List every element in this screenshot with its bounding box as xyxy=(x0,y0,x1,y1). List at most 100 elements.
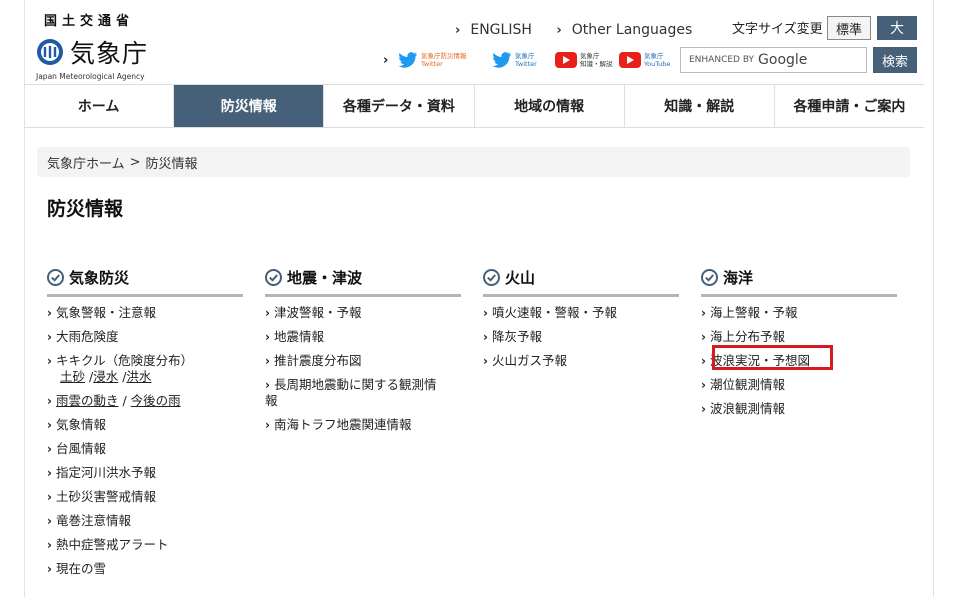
column-heading: 火山 xyxy=(483,267,679,297)
chevron-right-icon: › xyxy=(47,330,52,344)
column-earthquake-tsunami: 地震・津波 › 津波警報・予報 › 地震情報 › 推計震度分布図 › 長周期地震動に関す… xyxy=(265,267,461,441)
language-links: › ENGLISH › Other Languages xyxy=(455,22,712,38)
social-label-line2: 知識・解説 xyxy=(580,60,613,68)
column-weather-disaster: 気象防災 › 気象警報・注意報 › 大雨危険度 › キキクル（危険度分布） 土砂 /浸… xyxy=(47,267,243,585)
font-large-button[interactable]: 大 xyxy=(877,16,917,40)
chevron-right-icon: › xyxy=(701,402,706,416)
list-item[interactable]: › 気象情報 xyxy=(47,417,243,433)
social-label-line2: Twitter xyxy=(515,60,537,68)
youtube-icon xyxy=(555,52,577,68)
search-button[interactable]: 検索 xyxy=(873,47,917,73)
jma-logo[interactable]: 国土交通省 気象庁 Japan Meteorological Agency xyxy=(36,10,166,81)
list-item[interactable]: › 熱中症警戒アラート xyxy=(47,537,243,553)
list-item[interactable]: › 推計震度分布図 xyxy=(265,353,461,369)
logo-english-name: Japan Meteorological Agency xyxy=(36,72,145,81)
list-item[interactable]: › 地震情報 xyxy=(265,329,461,345)
list-item[interactable]: › 台風情報 xyxy=(47,441,243,457)
other-languages-link[interactable]: › Other Languages xyxy=(556,22,702,38)
breadcrumb-current: 防災情報 xyxy=(145,156,198,172)
chevron-right-icon: › xyxy=(265,306,270,320)
social-label-line1: 気象庁 xyxy=(515,52,535,60)
list-item[interactable]: › 津波警報・予報 xyxy=(265,305,461,321)
page-title: 防災情報 xyxy=(47,198,124,220)
breadcrumb-home[interactable]: 気象庁ホーム xyxy=(47,153,125,172)
chevron-right-icon: › xyxy=(265,330,270,344)
list-item[interactable]: › 潮位観測情報 xyxy=(701,377,897,393)
list-item[interactable]: › 波浪観測情報 xyxy=(701,401,897,417)
nav-disaster-info[interactable]: 防災情報 xyxy=(173,85,324,127)
column-heading: 気象防災 xyxy=(47,267,243,297)
chevron-right-icon: › xyxy=(47,466,52,480)
social-twitter-disaster[interactable]: 気象庁防災情報 Twitter xyxy=(398,48,467,72)
logo-agency-name: 気象庁 xyxy=(70,39,149,68)
list-item[interactable]: › 気象警報・注意報 xyxy=(47,305,243,321)
logo-ministry-text: 国土交通省 xyxy=(44,14,135,29)
google-logo: Google xyxy=(758,52,808,68)
chevron-right-icon: › xyxy=(701,354,706,368)
check-circle-icon xyxy=(47,269,64,286)
social-youtube-knowledge[interactable]: 気象庁 知識・解説 xyxy=(555,48,613,72)
chevron-right-icon: › xyxy=(701,330,706,344)
chevron-right-icon: › xyxy=(47,306,52,320)
social-label-line1: 気象庁 xyxy=(580,52,600,60)
social-label-line1: 気象庁 xyxy=(644,52,664,60)
nav-knowledge[interactable]: 知識・解説 xyxy=(623,85,774,127)
rain-cloud-link[interactable]: 雨雲の動き xyxy=(56,393,119,408)
chevron-right-icon: › xyxy=(47,354,52,368)
check-circle-icon xyxy=(483,269,500,286)
list-item[interactable]: › 長周期地震動に関する観測情報 xyxy=(265,377,461,409)
twitter-icon xyxy=(398,52,417,68)
list-item[interactable]: › 土砂災害警戒情報 xyxy=(47,489,243,505)
chevron-right-icon: › xyxy=(47,442,52,456)
breadcrumb: 気象庁ホーム > 防災情報 xyxy=(37,147,910,177)
chevron-right-icon: › xyxy=(455,23,461,38)
list-item[interactable]: › 海上分布予報 xyxy=(701,329,897,345)
nav-regional[interactable]: 地域の情報 xyxy=(473,85,624,127)
column-heading: 海洋 xyxy=(701,267,897,297)
chevron-right-icon: › xyxy=(47,514,52,528)
social-twitter-jma[interactable]: 気象庁 Twitter xyxy=(492,48,537,72)
social-label-line2: Twitter xyxy=(421,60,443,68)
search-enhanced-label: ENHANCED BY xyxy=(689,55,755,65)
kikikuru-flood-link[interactable]: 洪水 xyxy=(126,369,151,384)
list-item[interactable]: › 噴火速報・警報・予報 xyxy=(483,305,679,321)
check-circle-icon xyxy=(265,269,282,286)
list-item[interactable]: › 火山ガス予報 xyxy=(483,353,679,369)
list-item[interactable]: › 南海トラフ地震関連情報 xyxy=(265,417,461,433)
chevron-right-icon: › xyxy=(47,562,52,576)
list-item[interactable]: › 降灰予報 xyxy=(483,329,679,345)
breadcrumb-separator: > xyxy=(129,154,141,170)
chevron-right-icon: › xyxy=(47,490,52,504)
english-link[interactable]: › ENGLISH xyxy=(455,22,542,38)
chevron-right-icon: › xyxy=(483,306,488,320)
check-circle-icon xyxy=(701,269,718,286)
search-input[interactable]: ENHANCED BY Google xyxy=(680,47,867,73)
nav-home[interactable]: ホーム xyxy=(24,85,173,127)
global-nav: ホーム 防災情報 各種データ・資料 地域の情報 知識・解説 各種申請・ご案内 xyxy=(24,84,924,128)
font-standard-button[interactable]: 標準 xyxy=(827,16,871,40)
chevron-right-icon: › xyxy=(556,23,562,38)
column-heading: 地震・津波 xyxy=(265,267,461,297)
social-label-line1: 気象庁防災情報 xyxy=(421,52,467,60)
chevron-right-icon: › xyxy=(265,378,270,392)
list-item[interactable]: › 指定河川洪水予報 xyxy=(47,465,243,481)
social-label-line2: YouTube xyxy=(644,60,671,68)
future-rain-link[interactable]: 今後の雨 xyxy=(131,393,181,408)
chevron-right-icon: › xyxy=(265,418,270,432)
chevron-right-icon: › xyxy=(483,330,488,344)
list-item[interactable]: › 海上警報・予報 xyxy=(701,305,897,321)
youtube-icon xyxy=(619,52,641,68)
nav-applications[interactable]: 各種申請・ご案内 xyxy=(773,85,924,127)
social-youtube-jma[interactable]: 気象庁 YouTube xyxy=(619,48,670,72)
list-item[interactable]: › 大雨危険度 xyxy=(47,329,243,345)
nav-data[interactable]: 各種データ・資料 xyxy=(323,85,473,127)
list-item[interactable]: › 現在の雪 xyxy=(47,561,243,577)
kikikuru-landslide-link[interactable]: 土砂 xyxy=(60,369,85,384)
list-item[interactable]: › 竜巻注意情報 xyxy=(47,513,243,529)
chevron-right-icon: › xyxy=(701,306,706,320)
chevron-right-icon: › xyxy=(383,53,389,68)
chevron-right-icon: › xyxy=(47,538,52,552)
column-volcano: 火山 › 噴火速報・警報・予報 › 降灰予報 › 火山ガス予報 xyxy=(483,267,679,377)
kikikuru-inundation-link[interactable]: 浸水 xyxy=(93,369,118,384)
chevron-right-icon: › xyxy=(701,378,706,392)
